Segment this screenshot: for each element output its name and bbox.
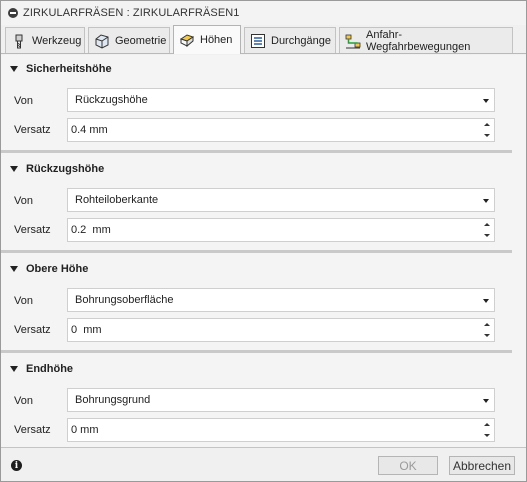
tab-anfahr-wegfahrbewegungen[interactable]: Anfahr-Wegfahrbewegungen: [339, 27, 513, 53]
von-label: Von: [14, 95, 33, 107]
heights-icon: [178, 31, 196, 49]
tool-icon: [10, 32, 28, 50]
section-divider: [1, 250, 512, 253]
von-value: Bohrungsgrund: [75, 394, 151, 406]
dialog-window: ZIRKULARFRÄSEN : ZIRKULARFRÄSEN1 Werkzeu…: [0, 0, 527, 482]
chevron-down-icon: [483, 299, 489, 303]
versatz-label: Versatz: [14, 224, 51, 236]
von-dropdown[interactable]: Bohrungsoberfläche: [67, 288, 495, 312]
versatz-input[interactable]: 0 mm: [67, 418, 495, 442]
von-value: Bohrungsoberfläche: [75, 294, 174, 306]
section-header[interactable]: Rückzugshöhe: [10, 163, 104, 175]
geometry-icon: [93, 32, 111, 50]
versatz-value: 0.4 mm: [71, 124, 108, 136]
von-label: Von: [14, 195, 33, 207]
spinner: [482, 121, 492, 139]
spin-down-icon[interactable]: [482, 131, 492, 139]
collapse-triangle-icon[interactable]: [10, 266, 18, 272]
spin-down-icon[interactable]: [482, 331, 492, 339]
versatz-label: Versatz: [14, 124, 51, 136]
tab-werkzeug[interactable]: Werkzeug: [5, 27, 85, 53]
collapse-triangle-icon[interactable]: [10, 66, 18, 72]
cancel-button[interactable]: Abbrechen: [449, 456, 515, 475]
spin-up-icon[interactable]: [482, 421, 492, 429]
passes-icon: [249, 32, 267, 50]
spinner: [482, 321, 492, 339]
von-label: Von: [14, 395, 33, 407]
title-bar: ZIRKULARFRÄSEN : ZIRKULARFRÄSEN1: [1, 1, 526, 25]
von-value: Rückzugshöhe: [75, 94, 148, 106]
tab-werkzeug-label: Werkzeug: [32, 34, 82, 47]
von-dropdown[interactable]: Rohteiloberkante: [67, 188, 495, 212]
spin-down-icon[interactable]: [482, 431, 492, 439]
window-title: ZIRKULARFRÄSEN : ZIRKULARFRÄSEN1: [23, 7, 240, 19]
versatz-value: 0 mm: [71, 324, 102, 336]
versatz-input[interactable]: 0.4 mm: [67, 118, 495, 142]
spinner: [482, 221, 492, 239]
versatz-input[interactable]: 0.2 mm: [67, 218, 495, 242]
spin-up-icon[interactable]: [482, 121, 492, 129]
collapse-icon[interactable]: [8, 8, 18, 18]
versatz-value: 0 mm: [71, 424, 99, 436]
section-title: Obere Höhe: [26, 263, 89, 275]
chevron-down-icon: [483, 99, 489, 103]
spin-up-icon[interactable]: [482, 321, 492, 329]
versatz-label: Versatz: [14, 324, 51, 336]
von-label: Von: [14, 295, 33, 307]
chevron-down-icon: [483, 199, 489, 203]
heights-panel: Sicherheitshöhe Von Rückzugshöhe Versatz…: [1, 55, 526, 447]
collapse-triangle-icon[interactable]: [10, 166, 18, 172]
section-sicherheitshoehe: Sicherheitshöhe Von Rückzugshöhe Versatz…: [1, 55, 512, 155]
section-header[interactable]: Endhöhe: [10, 363, 73, 375]
tab-anfahr-label: Anfahr-Wegfahrbewegungen: [366, 28, 471, 53]
spinner: [482, 421, 492, 439]
versatz-label: Versatz: [14, 424, 51, 436]
section-header[interactable]: Obere Höhe: [10, 263, 88, 275]
tab-durchgaenge-label: Durchgänge: [271, 34, 331, 47]
versatz-value: 0.2 mm: [71, 224, 111, 236]
tab-hoehen-label: Höhen: [200, 34, 233, 46]
tab-hoehen[interactable]: Höhen: [173, 25, 241, 54]
collapse-triangle-icon[interactable]: [10, 366, 18, 372]
section-title: Endhöhe: [26, 363, 74, 375]
tab-bar: Werkzeug Geometrie Höhen Durchgänge Anfa…: [1, 25, 526, 54]
section-title: Rückzugshöhe: [26, 163, 105, 175]
info-icon[interactable]: i: [11, 460, 22, 471]
tab-geometrie-label: Geometrie: [115, 34, 167, 47]
section-obere-hoehe: Obere Höhe Von Bohrungsoberfläche Versat…: [1, 255, 512, 355]
tab-geometrie[interactable]: Geometrie: [88, 27, 170, 53]
linking-icon: [344, 32, 362, 50]
scrollbar[interactable]: [512, 55, 526, 447]
section-rueckzugshoehe: Rückzugshöhe Von Rohteiloberkante Versat…: [1, 155, 512, 255]
versatz-input[interactable]: 0 mm: [67, 318, 495, 342]
tab-durchgaenge[interactable]: Durchgänge: [244, 27, 336, 53]
von-dropdown[interactable]: Bohrungsgrund: [67, 388, 495, 412]
section-divider: [1, 150, 512, 153]
spin-up-icon[interactable]: [482, 221, 492, 229]
section-header[interactable]: Sicherheitshöhe: [10, 63, 112, 75]
section-endhoehe: Endhöhe Von Bohrungsgrund Versatz 0 mm: [1, 355, 512, 455]
ok-button[interactable]: OK: [378, 456, 438, 475]
spin-down-icon[interactable]: [482, 231, 492, 239]
von-dropdown[interactable]: Rückzugshöhe: [67, 88, 495, 112]
dialog-footer: i OK Abbrechen: [1, 447, 526, 481]
chevron-down-icon: [483, 399, 489, 403]
section-title: Sicherheitshöhe: [26, 63, 112, 75]
von-value: Rohteiloberkante: [75, 194, 159, 206]
section-divider: [1, 350, 512, 353]
